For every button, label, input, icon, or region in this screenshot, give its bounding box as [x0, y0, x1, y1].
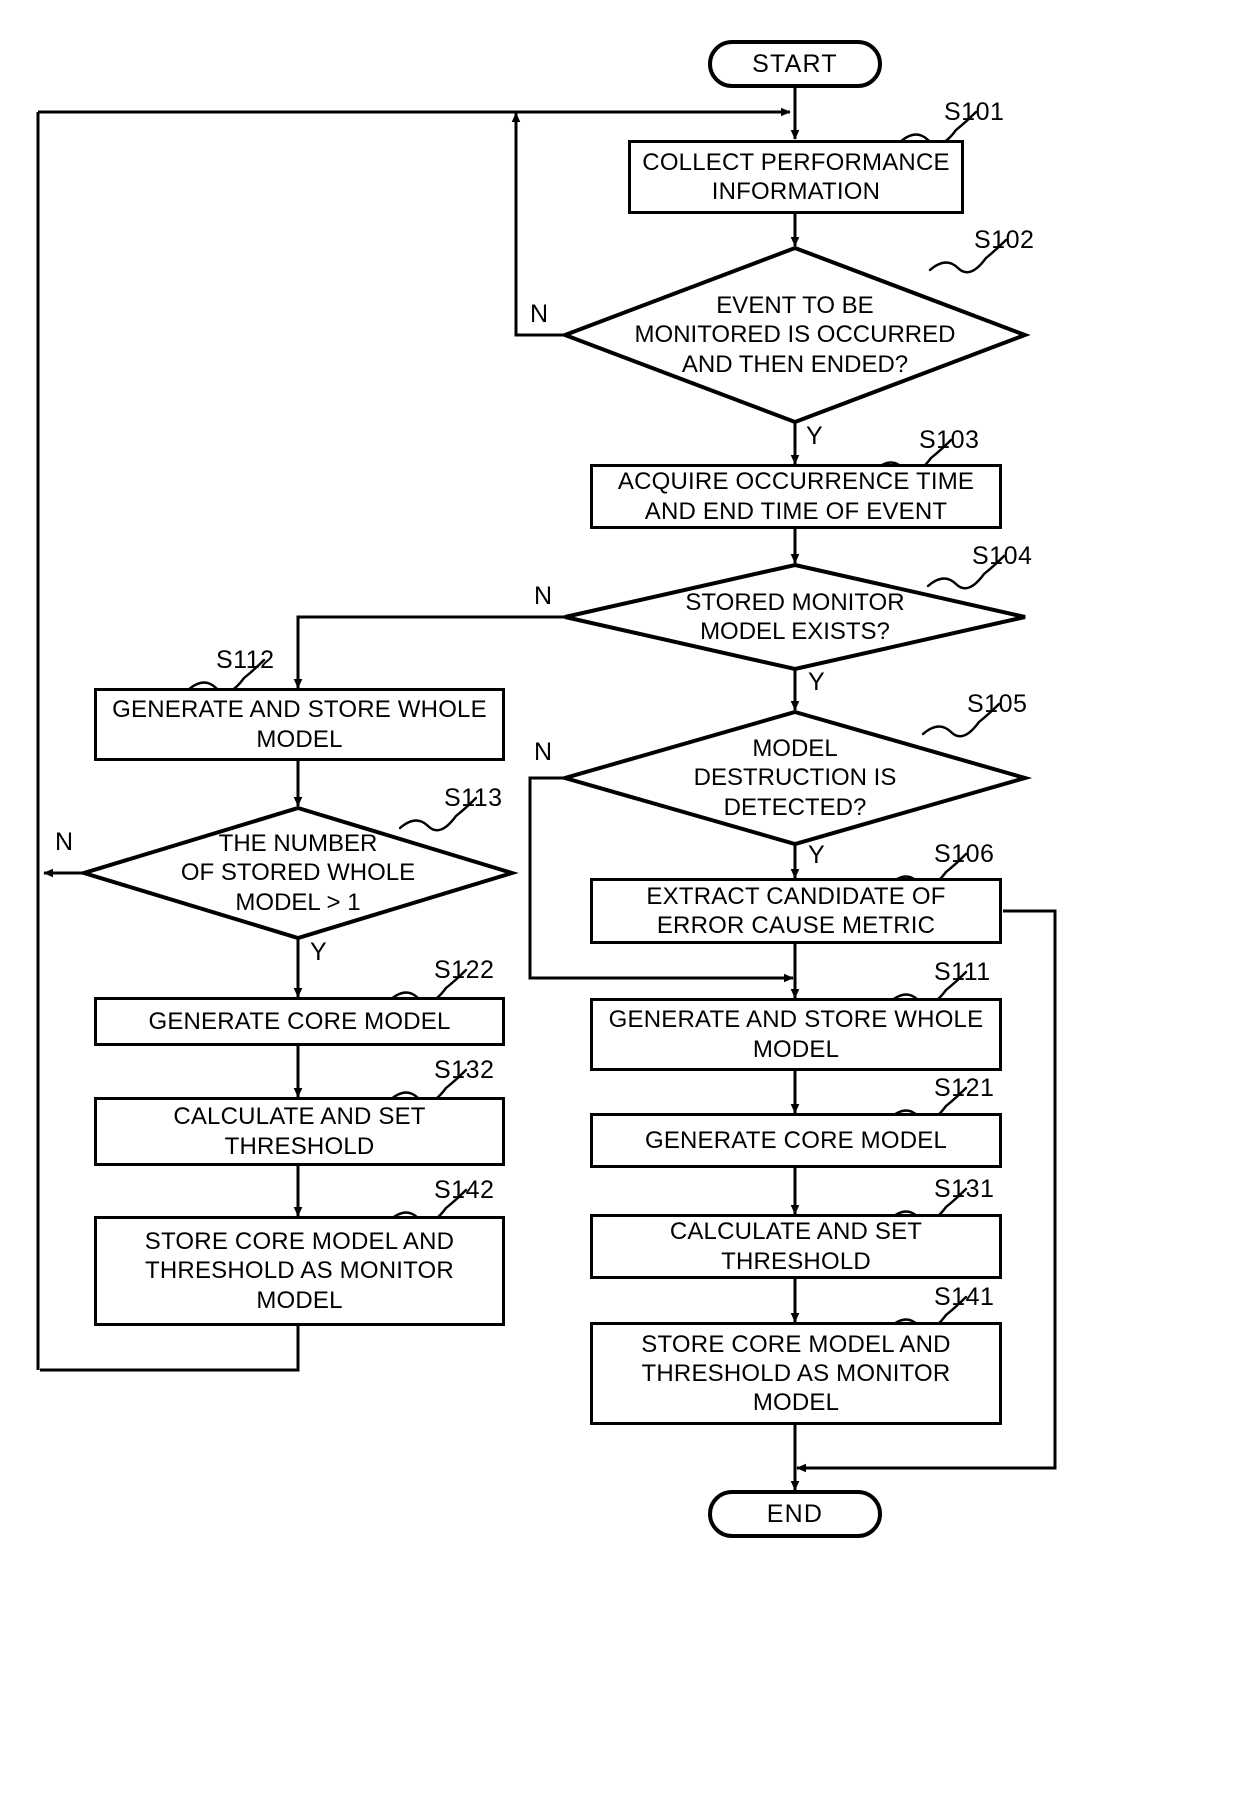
process-label-s122: GENERATE CORE MODEL [148, 1007, 451, 1035]
step-label-s131: S131 [934, 1175, 995, 1203]
branch-label-s104-yes: Y [808, 668, 825, 696]
decision-label-s113: THE NUMBER OF STORED WHOLE MODEL > 1 [148, 822, 448, 924]
decision-label-s105: MODEL DESTRUCTION IS DETECTED? [645, 727, 945, 829]
process-box-s101: COLLECT PERFORMANCE INFORMATION [628, 140, 964, 214]
decision-text-s102: EVENT TO BE MONITORED IS OCCURRED AND TH… [634, 292, 956, 378]
step-label-s102: S102 [974, 226, 1035, 254]
terminator-end: END [708, 1490, 882, 1538]
step-label-s103: S103 [919, 426, 980, 454]
branch-label-s104-no: N [534, 582, 553, 610]
step-label-s132: S132 [434, 1056, 495, 1084]
branch-label-s113-no: N [55, 828, 74, 856]
decision-label-s104: STORED MONITOR MODEL EXISTS? [645, 578, 945, 656]
branch-label-s102-yes: Y [806, 422, 823, 450]
step-label-s142: S142 [434, 1176, 495, 1204]
decision-shape-s104 [564, 562, 1026, 672]
process-box-s141: STORE CORE MODEL AND THRESHOLD AS MONITO… [590, 1322, 1002, 1425]
process-label-s111: GENERATE AND STORE WHOLE MODEL [608, 1006, 984, 1063]
process-label-s121: GENERATE CORE MODEL [644, 1126, 948, 1154]
process-label-s131: CALCULATE AND SET THRESHOLD [669, 1218, 923, 1275]
branch-label-s102-no: N [530, 300, 549, 328]
step-label-s111: S111 [934, 958, 991, 986]
decision-shape-s105 [557, 709, 1033, 847]
step-label-s113: S113 [444, 784, 503, 812]
step-label-s121: S121 [934, 1074, 995, 1102]
process-box-s111: GENERATE AND STORE WHOLE MODEL [590, 998, 1002, 1071]
decision-shape-s102 [559, 245, 1031, 425]
step-label-s104: S104 [972, 542, 1033, 570]
decision-text-s105: MODEL DESTRUCTION IS DETECTED? [693, 735, 897, 821]
process-box-s142: STORE CORE MODEL AND THRESHOLD AS MONITO… [94, 1216, 505, 1326]
branch-label-s113-yes: Y [310, 938, 327, 966]
terminator-end-label: END [766, 1499, 824, 1528]
process-box-s132: CALCULATE AND SET THRESHOLD [94, 1097, 505, 1166]
step-label-s122: S122 [434, 956, 495, 984]
process-label-s141: STORE CORE MODEL AND THRESHOLD AS MONITO… [641, 1330, 951, 1417]
branch-label-s105-yes: Y [808, 841, 825, 869]
step-label-s141: S141 [934, 1283, 995, 1311]
process-label-s101: COLLECT PERFORMANCE INFORMATION [642, 148, 950, 205]
decision-shape-s113 [77, 805, 519, 941]
process-box-s106: EXTRACT CANDIDATE OF ERROR CAUSE METRIC [590, 878, 1002, 944]
process-label-s142: STORE CORE MODEL AND THRESHOLD AS MONITO… [144, 1228, 455, 1314]
step-label-s105: S105 [967, 690, 1028, 718]
process-box-s103: ACQUIRE OCCURRENCE TIME AND END TIME OF … [590, 464, 1002, 529]
process-box-s122: GENERATE CORE MODEL [94, 997, 505, 1046]
decision-text-s104: STORED MONITOR MODEL EXISTS? [685, 588, 905, 645]
flowchart-canvas: START END COLLECT PERFORMANCE INFORMATIO… [0, 0, 1240, 1799]
process-label-s112: GENERATE AND STORE WHOLE MODEL [112, 696, 487, 753]
step-label-s101: S101 [944, 98, 1005, 126]
process-box-s131: CALCULATE AND SET THRESHOLD [590, 1214, 1002, 1279]
process-box-s112: GENERATE AND STORE WHOLE MODEL [94, 688, 505, 761]
process-label-s106: EXTRACT CANDIDATE OF ERROR CAUSE METRIC [646, 882, 946, 939]
step-label-s112: S112 [216, 646, 275, 674]
decision-text-s113: THE NUMBER OF STORED WHOLE MODEL > 1 [180, 830, 416, 916]
step-label-s106: S106 [934, 840, 995, 868]
process-label-s132: CALCULATE AND SET THRESHOLD [173, 1103, 426, 1160]
terminator-start: START [708, 40, 882, 88]
process-box-s121: GENERATE CORE MODEL [590, 1113, 1002, 1168]
decision-label-s102: EVENT TO BE MONITORED IS OCCURRED AND TH… [625, 285, 965, 385]
branch-label-s105-no: N [534, 738, 553, 766]
terminator-start-label: START [752, 49, 838, 78]
process-label-s103: ACQUIRE OCCURRENCE TIME AND END TIME OF … [617, 468, 975, 525]
